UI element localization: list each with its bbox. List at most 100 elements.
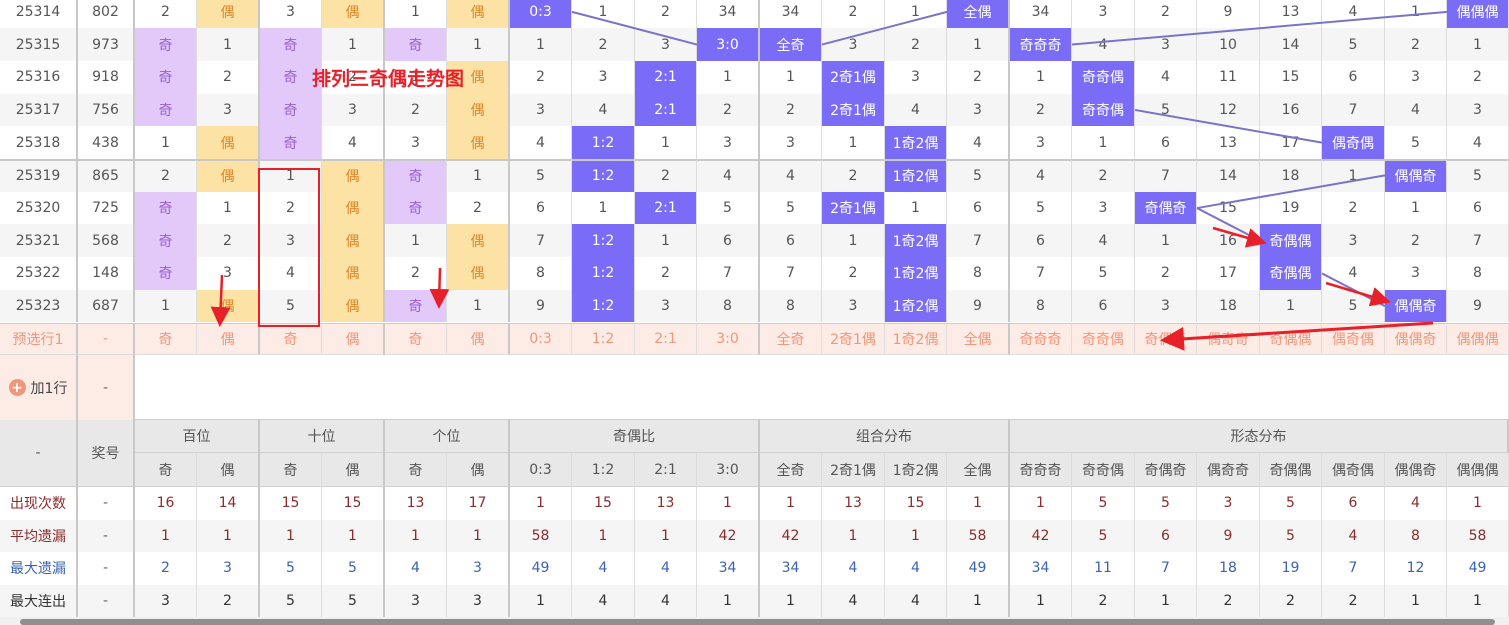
header-group: 形态分布 [1010,420,1509,453]
trend-cell: 7 [697,257,760,290]
stat-label: 最大连出 [0,584,78,617]
stat-value: 1 [510,487,572,520]
add-row-label[interactable]: 加1行 [31,378,68,398]
plus-circle-icon[interactable]: + [8,379,26,396]
preselect-option[interactable]: 偶 [322,322,385,355]
trend-cell: 9 [947,289,1010,323]
preselect-option[interactable]: 偶偶偶 [1447,322,1509,355]
preselect-option[interactable]: 奇 [260,322,322,355]
period-cell: 25314 [0,0,78,29]
stat-value: 2 [1072,584,1135,617]
stat-value: 11 [1072,552,1135,585]
trend-cell: 17 [1260,126,1322,159]
header-subcolumn: 偶偶偶 [1447,453,1509,487]
stat-value: 34 [760,552,822,585]
trend-cell: 3 [1135,289,1197,323]
stat-label: 出现次数 [0,487,78,520]
number-cell: 918 [78,60,135,94]
preselect-option[interactable]: 偶 [447,322,510,355]
stat-value: 3 [385,584,447,617]
trend-cell: 1奇2偶 [885,289,947,323]
preselect-option[interactable]: 奇偶偶 [1260,322,1322,355]
preselect-option[interactable]: 2:1 [635,322,697,355]
scrollbar-thumb[interactable] [20,619,1495,625]
trend-cell: 34 [1010,0,1072,29]
trend-cell: 2 [1135,0,1197,29]
trend-cell: 2 [385,257,447,290]
trend-cell: 2 [197,224,260,258]
trend-cell: 2:1 [635,60,697,94]
stat-value: 3 [135,584,197,617]
trend-cell: 奇 [135,191,197,225]
number-cell: 148 [78,257,135,290]
trend-cell: 2 [635,159,697,192]
trend-cell: 奇偶偶 [1260,224,1322,258]
preselect-option[interactable]: 奇奇偶 [1072,322,1135,355]
header-subcolumn: 1:2 [572,453,635,487]
preselect-option[interactable]: 偶 [197,322,260,355]
stat-value: 1 [1010,584,1072,617]
preselect-option[interactable]: 3:0 [697,322,760,355]
period-cell: 25322 [0,257,78,290]
preselect-option[interactable]: 全偶 [947,322,1010,355]
trend-cell: 4 [885,93,947,127]
trend-cell: 1 [385,0,447,29]
trend-cell: 1 [385,224,447,258]
trend-cell: 2:1 [635,93,697,127]
trend-cell: 13 [1197,126,1260,159]
stat-value: 4 [635,552,697,585]
preselect-option[interactable]: 奇 [385,322,447,355]
header-group: 十位 [260,420,385,453]
trend-cell: 奇 [385,28,447,61]
trend-cell: 6 [510,191,572,225]
preselect-option[interactable]: 偶偶奇 [1385,322,1447,355]
stat-value: 12 [1385,552,1447,585]
trend-cell: 1 [1072,126,1135,159]
trend-cell: 1:2 [572,159,635,192]
trend-cell: 3 [1072,191,1135,225]
stat-value: 5 [322,584,385,617]
stat-value: 1 [1447,584,1509,617]
add-row-button[interactable]: + 加1行 [0,355,78,420]
stat-label: 平均遗漏 [0,519,78,552]
stat-value: 42 [1010,519,1072,552]
preselect-option[interactable]: 1奇2偶 [885,322,947,355]
trend-cell: 1:2 [572,257,635,290]
trend-cell: 全偶 [947,0,1010,29]
header-subcolumn: 奇偶偶 [1260,453,1322,487]
trend-cell: 1 [885,191,947,225]
preselect-option[interactable]: 0:3 [510,322,572,355]
trend-cell: 偶 [322,224,385,258]
preselect-option[interactable]: 全奇 [760,322,822,355]
preselect-option[interactable]: 1:2 [572,322,635,355]
trend-cell: 偶 [197,289,260,323]
stat-value: 5 [1072,487,1135,520]
trend-cell: 3 [1010,126,1072,159]
stat-value: 42 [760,519,822,552]
stat-value: 5 [260,584,322,617]
stat-value: 49 [510,552,572,585]
trend-cell: 4 [322,126,385,159]
number-cell: 756 [78,93,135,127]
trend-cell: 5 [697,191,760,225]
preselect-option[interactable]: 奇偶奇 [1135,322,1197,355]
trend-cell: 1:2 [572,289,635,323]
stat-value: 42 [697,519,760,552]
trend-cell: 6 [1072,289,1135,323]
stat-value: 15 [572,487,635,520]
stat-value: 5 [1260,487,1322,520]
trend-cell: 5 [1385,126,1447,159]
preselect-option[interactable]: 偶奇偶 [1322,322,1385,355]
trend-cell: 4 [760,159,822,192]
stat-value: 1 [1010,487,1072,520]
stat-value: 5 [260,552,322,585]
preselect-option[interactable]: 奇 [135,322,197,355]
trend-cell: 2 [197,60,260,94]
preselect-option[interactable]: 偶奇奇 [1197,322,1260,355]
chart-title-annotation: 排列三奇偶走势图 [312,68,465,90]
trend-cell: 1 [572,0,635,29]
preselect-option[interactable]: 2奇1偶 [822,322,885,355]
preselect-option[interactable]: 奇奇奇 [1010,322,1072,355]
period-cell: 25318 [0,126,78,159]
trend-cell: 2 [635,0,697,29]
